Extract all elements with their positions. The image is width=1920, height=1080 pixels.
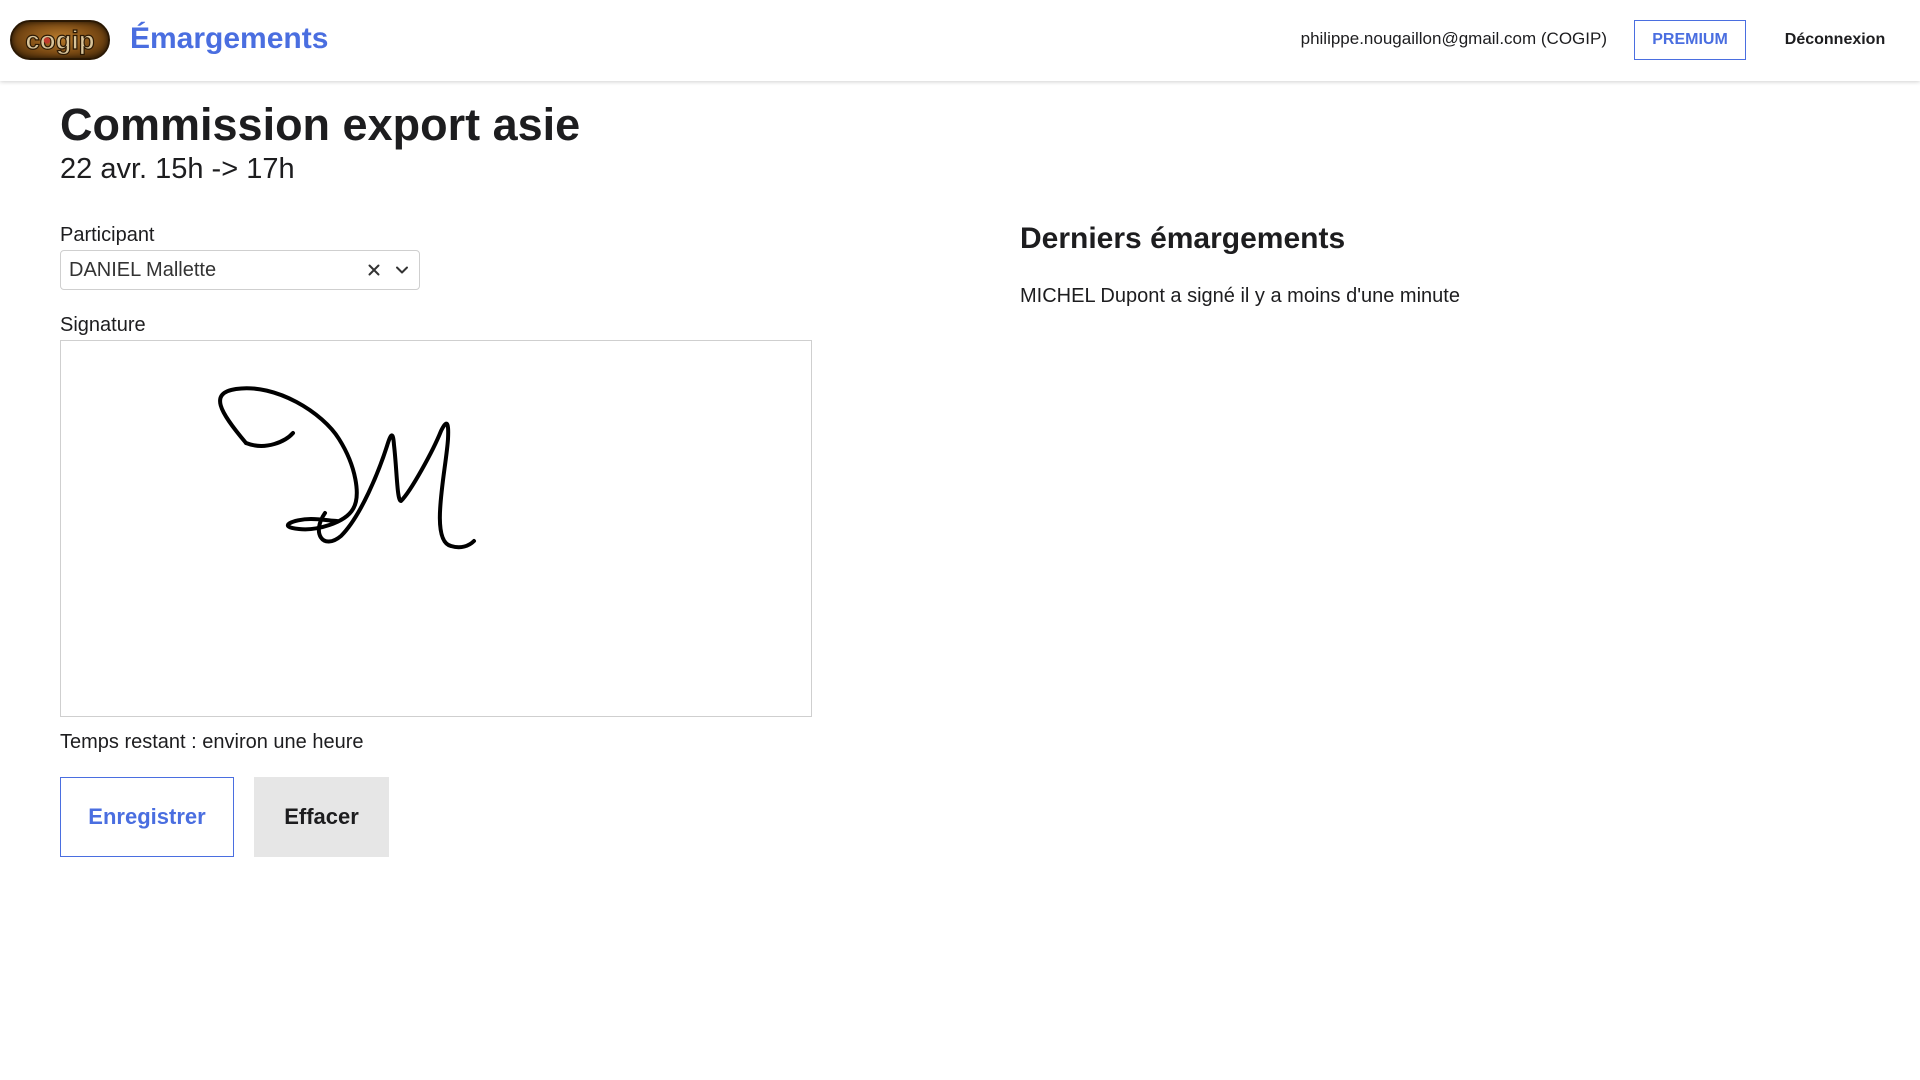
- premium-button[interactable]: PREMIUM: [1634, 20, 1746, 60]
- save-button[interactable]: Enregistrer: [60, 777, 234, 857]
- time-remaining: Temps restant : environ une heure: [60, 731, 364, 753]
- clear-signature-button[interactable]: Effacer: [254, 777, 389, 857]
- participant-select[interactable]: DANIEL Mallette: [60, 250, 420, 290]
- svg-text:cogip: cogip: [25, 25, 94, 55]
- cogip-logo[interactable]: cogip: [10, 20, 110, 60]
- recent-signatures-list: MICHEL Dupont a signé il y a moins d'une…: [1020, 282, 1460, 310]
- close-icon[interactable]: [363, 259, 385, 281]
- chevron-down-icon[interactable]: [391, 259, 413, 281]
- top-navbar: cogip Émargements philippe.nougaillon@gm…: [0, 0, 1920, 81]
- logout-button[interactable]: Déconnexion: [1770, 20, 1900, 60]
- participant-label: Participant: [60, 224, 155, 246]
- signature-drawing: [218, 386, 476, 550]
- user-email: philippe.nougaillon@gmail.com (COGIP): [1300, 29, 1607, 48]
- app-title[interactable]: Émargements: [130, 17, 328, 61]
- recent-signatures-title: Derniers émargements: [1020, 222, 1346, 255]
- participant-selected-value: DANIEL Mallette: [69, 259, 217, 281]
- page-title: Commission export asie: [60, 99, 581, 150]
- session-schedule: 22 avr. 15h -> 17h: [60, 153, 295, 185]
- signature-label: Signature: [60, 314, 146, 336]
- signature-pad[interactable]: [60, 340, 812, 717]
- recent-signature-item: MICHEL Dupont a signé il y a moins d'une…: [1020, 285, 1460, 307]
- cogip-logo-mark: cogip: [25, 24, 96, 55]
